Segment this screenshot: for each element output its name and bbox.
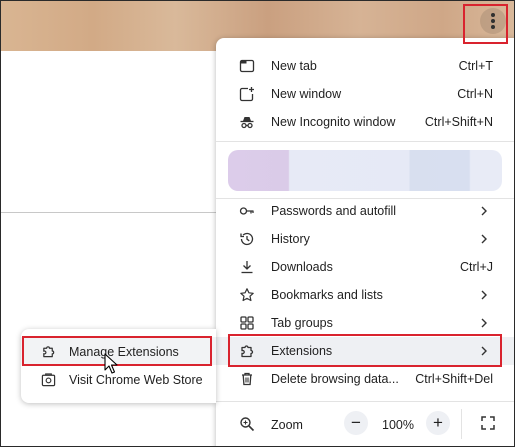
puzzle-icon [239, 343, 255, 359]
new-window-icon [239, 86, 255, 102]
menu-item-label: Tab groups [271, 316, 333, 330]
menu-item-bookmarks-and-lists[interactable]: Bookmarks and lists [216, 281, 514, 309]
mouse-cursor-icon [104, 353, 118, 375]
menu-item-label: Passwords and autofill [271, 204, 397, 218]
submenu-item-label: Visit Chrome Web Store [69, 373, 203, 387]
key-icon [239, 203, 255, 219]
zoom-level: 100% [382, 418, 414, 432]
zoom-in-button[interactable]: + [426, 411, 450, 435]
zoom-row: Zoom − 100% + [216, 409, 514, 439]
chevron-right-icon [479, 287, 489, 303]
menu-item-shortcut: Ctrl+T [458, 59, 493, 73]
kebab-dot [491, 25, 495, 29]
menu-item-shortcut: Ctrl+Shift+N [424, 115, 493, 129]
zoom-divider [461, 409, 462, 439]
menu-item-label: Extensions [271, 344, 333, 358]
menu-item-label: New tab [271, 59, 317, 73]
fullscreen-icon[interactable] [480, 415, 496, 431]
menu-item-new-tab[interactable]: New tab Ctrl+T [216, 52, 514, 80]
kebab-dot [491, 19, 495, 23]
tab-groups-icon [239, 315, 255, 331]
page-divider [1, 212, 216, 213]
menu-item-new-incognito-window[interactable]: New Incognito window Ctrl+Shift+N [216, 108, 514, 136]
chrome-menu: New tab Ctrl+T New window Ctrl+N New Inc… [216, 38, 514, 446]
menu-item-tab-groups[interactable]: Tab groups [216, 309, 514, 337]
profile-card[interactable] [228, 150, 502, 191]
puzzle-outline-icon [41, 344, 56, 359]
browser-window: New tab Ctrl+T New window Ctrl+N New Inc… [0, 0, 515, 447]
menu-item-label: Bookmarks and lists [271, 288, 383, 302]
more-options-button[interactable] [480, 8, 506, 34]
history-icon [239, 231, 255, 247]
menu-item-extensions[interactable]: Extensions [216, 337, 514, 365]
chevron-right-icon [479, 343, 489, 359]
kebab-dot [491, 13, 495, 17]
menu-item-label: Downloads [271, 260, 333, 274]
submenu-item-manage-extensions[interactable]: Manage Extensions [21, 337, 216, 365]
menu-item-shortcut: Ctrl+J [460, 260, 493, 274]
menu-item-shortcut: Ctrl+Shift+Del [415, 372, 493, 386]
star-icon [239, 287, 255, 303]
zoom-out-button[interactable]: − [344, 411, 368, 435]
menu-item-delete-browsing-data[interactable]: Delete browsing data... Ctrl+Shift+Del [216, 365, 514, 393]
menu-separator [216, 141, 514, 142]
menu-item-label: New window [271, 87, 342, 101]
zoom-label: Zoom [271, 418, 303, 432]
menu-item-history[interactable]: History [216, 225, 514, 253]
download-icon [239, 259, 255, 275]
submenu-item-label: Manage Extensions [69, 345, 179, 359]
chevron-right-icon [479, 315, 489, 331]
menu-item-downloads[interactable]: Downloads Ctrl+J [216, 253, 514, 281]
chevron-right-icon [479, 203, 489, 219]
trash-icon [239, 371, 255, 387]
chevron-right-icon [479, 231, 489, 247]
web-store-icon [41, 372, 56, 387]
menu-item-label: Delete browsing data... [271, 372, 399, 386]
menu-item-new-window[interactable]: New window Ctrl+N [216, 80, 514, 108]
submenu-item-visit-chrome-web-store[interactable]: Visit Chrome Web Store [21, 365, 216, 393]
new-tab-icon [239, 58, 255, 74]
zoom-icon [239, 416, 255, 432]
menu-item-label: History [271, 232, 310, 246]
menu-separator [216, 401, 514, 402]
menu-item-label: New Incognito window [271, 115, 396, 129]
menu-item-passwords-and-autofill[interactable]: Passwords and autofill [216, 197, 514, 225]
extensions-submenu: Manage Extensions Visit Chrome Web Store [21, 329, 216, 403]
incognito-icon [239, 114, 255, 130]
menu-item-shortcut: Ctrl+N [457, 87, 493, 101]
